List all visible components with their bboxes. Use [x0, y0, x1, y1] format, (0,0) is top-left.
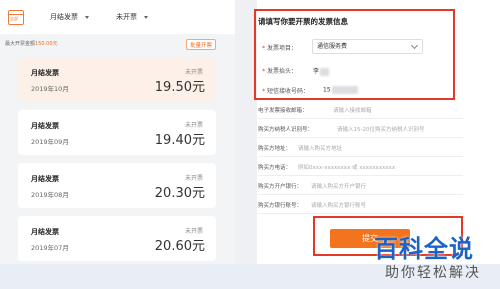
invoice-status-filter[interactable]: 未开票: [116, 12, 148, 22]
card-status: 未开票: [184, 175, 203, 182]
card-title: 月结发票: [31, 228, 59, 236]
bank-account-field[interactable]: 请输入购买方银行账号: [311, 201, 366, 209]
card-title: 月结发票: [31, 175, 59, 183]
invoice-card[interactable]: 月结发票 2019年08月 未开票 20.30元: [18, 163, 216, 208]
divider: [258, 213, 463, 214]
taxid-label: 购买方纳税人识别号：: [258, 127, 314, 133]
card-amount: 19.40元: [154, 133, 205, 148]
watermark-subtitle: 助你轻松解决: [385, 265, 481, 281]
bank-field[interactable]: 请输入购买方开户银行: [311, 182, 366, 190]
card-month: 2019年07月: [31, 244, 69, 252]
highlight-box: [254, 9, 455, 100]
card-status: 未开票: [184, 69, 203, 76]
card-title: 月结发票: [31, 69, 59, 77]
invoice-list-panel: 全部 月结发票 未开票 最大开票金额150.00元 批量开票 月结发票 2019…: [0, 0, 235, 289]
caret-down-icon: [85, 15, 89, 19]
card-month: 2019年09月: [31, 138, 69, 146]
email-label: 电子发票接收邮箱：: [258, 108, 308, 114]
divider: [258, 137, 463, 138]
card-amount: 20.30元: [154, 186, 205, 201]
divider: [258, 194, 463, 195]
batch-invoice-button[interactable]: 批量开票: [186, 39, 216, 50]
caret-down-icon: [144, 15, 148, 19]
address-field[interactable]: 请输入购买方地址: [298, 144, 342, 152]
address-label: 购买方地址：: [258, 146, 292, 152]
invoice-card[interactable]: 月结发票 2019年09月 未开票 19.40元: [18, 110, 216, 155]
calendar-label: 全部: [10, 15, 18, 21]
card-title: 月结发票: [31, 122, 59, 130]
divider: [258, 175, 463, 176]
calendar-icon[interactable]: 全部: [8, 9, 24, 25]
card-month: 2019年10月: [31, 85, 69, 93]
invoice-type-filter[interactable]: 月结发票: [50, 12, 89, 22]
email-field[interactable]: 请输入接收邮箱: [333, 106, 372, 114]
max-amount-summary: 最大开票金额150.00元: [5, 40, 58, 47]
invoice-card[interactable]: 月结发票 2019年10月 未开票 19.50元: [18, 57, 216, 102]
bank-account-label: 购买方银行账号：: [258, 203, 303, 209]
phone-number-label: 购买方电话：: [258, 165, 292, 171]
invoice-type-label: 月结发票: [50, 13, 78, 21]
divider: [258, 118, 463, 119]
card-status: 未开票: [184, 228, 203, 235]
divider: [258, 156, 463, 157]
filter-bar: 全部 月结发票 未开票: [0, 0, 235, 34]
invoice-card[interactable]: 月结发票 2019年07月 未开票 20.60元: [18, 216, 216, 261]
card-status: 未开票: [184, 122, 203, 129]
max-amount-label: 最大开票金额: [5, 41, 36, 47]
max-amount-value: 150.00元: [35, 41, 58, 47]
card-month: 2019年08月: [31, 191, 69, 199]
buyer-phone-field[interactable]: 例如0xxx-xxxxxxxx 或 xxxxxxxxxxx: [298, 163, 395, 171]
taxid-field[interactable]: 请输入15-20位购买方纳税人识别号: [337, 125, 424, 133]
card-amount: 20.60元: [154, 239, 205, 254]
bank-label: 购买方开户银行：: [258, 184, 303, 190]
invoice-status-label: 未开票: [116, 13, 137, 21]
watermark-title: 百科全说: [374, 235, 474, 263]
card-amount: 19.50元: [154, 80, 205, 95]
